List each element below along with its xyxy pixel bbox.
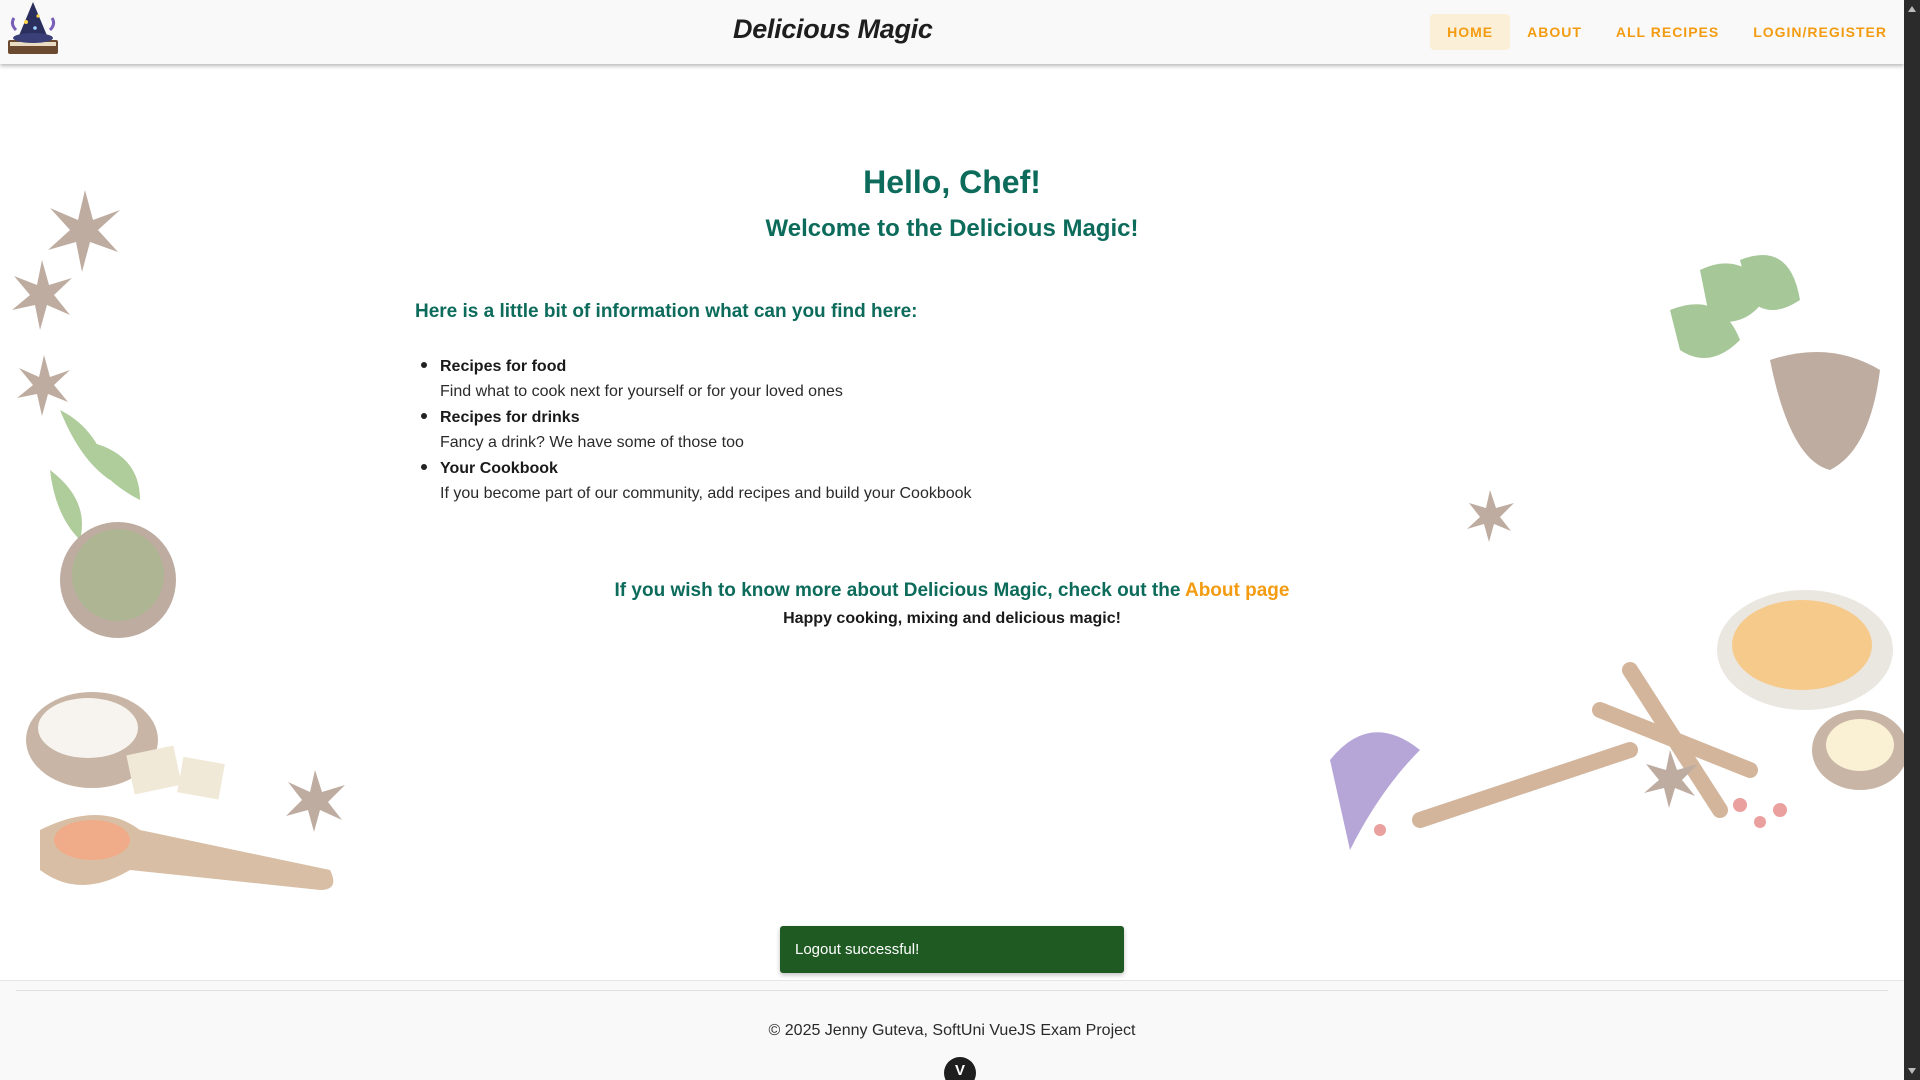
site-footer: © 2025 Jenny Guteva, SoftUni VueJS Exam …: [0, 980, 1904, 1080]
nav-about[interactable]: ABOUT: [1510, 14, 1599, 50]
bullet-icon: [421, 464, 427, 470]
feature-description: Find what to cook next for yourself or f…: [440, 383, 843, 400]
site-title: Delicious Magic: [733, 14, 933, 44]
site-logo[interactable]: [2, 0, 64, 62]
vue-devtools-icon[interactable]: V: [944, 1057, 976, 1080]
main-nav: HOME ABOUT ALL RECIPES LOGIN/REGISTER: [1430, 14, 1904, 50]
feature-description: Fancy a drink? We have some of those too: [440, 434, 744, 451]
logout-toast[interactable]: Logout successful!: [780, 926, 1124, 973]
spices-decoration-left: [12, 190, 345, 890]
spices-decoration-right: [1330, 255, 1904, 850]
page-scrollbar[interactable]: [1904, 0, 1920, 1080]
closing-text: Happy cooking, mixing and delicious magi…: [783, 610, 1121, 627]
footer-copyright: © 2025 Jenny Guteva, SoftUni VueJS Exam …: [768, 1022, 1136, 1039]
feature-item-cookbook: Your Cookbook If you become part of our …: [421, 456, 972, 507]
app-header: Delicious Magic HOME ABOUT ALL RECIPES L…: [0, 0, 1904, 64]
nav-login-register[interactable]: LOGIN/REGISTER: [1736, 14, 1904, 50]
footer-divider: [16, 990, 1888, 991]
about-page-link[interactable]: About page: [1185, 580, 1290, 601]
greeting-heading: Hello, Chef!: [863, 164, 1041, 200]
nav-home[interactable]: HOME: [1430, 14, 1511, 50]
about-prompt: If you wish to know more about Delicious…: [0, 580, 1904, 602]
about-prompt-text: If you wish to know more about Delicious…: [614, 580, 1185, 601]
feature-title: Your Cookbook: [440, 460, 558, 477]
bullet-icon: [421, 362, 427, 368]
feature-item-food: Recipes for food Find what to cook next …: [421, 354, 972, 405]
scroll-up-icon[interactable]: [1908, 6, 1916, 12]
welcome-heading: Welcome to the Delicious Magic!: [765, 215, 1139, 242]
nav-all-recipes[interactable]: ALL RECIPES: [1599, 14, 1736, 50]
features-list: Recipes for food Find what to cook next …: [421, 354, 972, 507]
feature-item-drinks: Recipes for drinks Fancy a drink? We hav…: [421, 405, 972, 456]
bullet-icon: [421, 413, 427, 419]
feature-title: Recipes for food: [440, 358, 567, 375]
feature-description: If you become part of our community, add…: [440, 485, 972, 502]
scroll-down-icon[interactable]: [1908, 1068, 1916, 1074]
info-heading: Here is a little bit of information what…: [415, 301, 918, 322]
feature-title: Recipes for drinks: [440, 409, 580, 426]
